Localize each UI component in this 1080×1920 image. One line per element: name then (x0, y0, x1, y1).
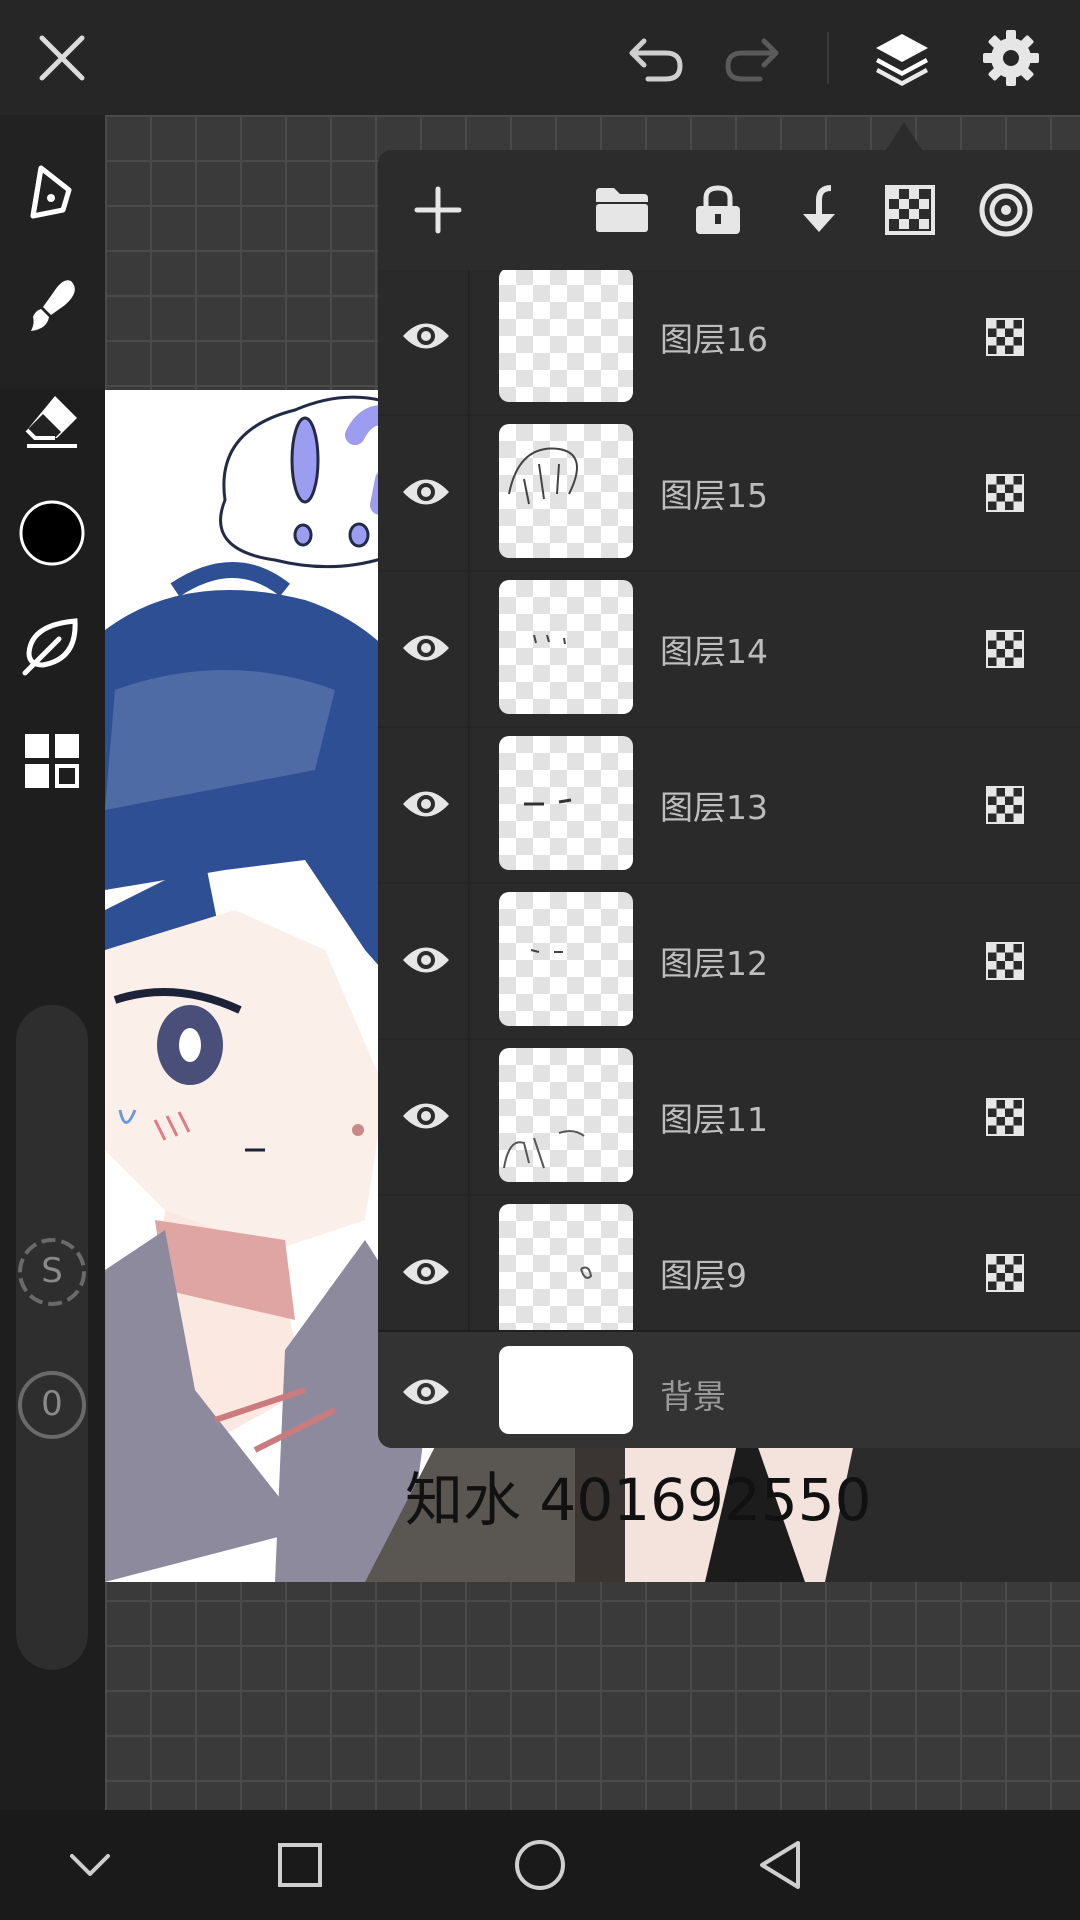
target-icon[interactable] (974, 178, 1038, 242)
recents-icon[interactable] (265, 1830, 335, 1900)
alpha-lock-icon[interactable] (986, 474, 1024, 512)
undo-icon[interactable] (620, 22, 692, 94)
eye-icon[interactable] (396, 774, 456, 834)
row-divider (468, 726, 470, 882)
merge-down-icon[interactable] (782, 178, 846, 242)
layer-name: 图层12 (660, 944, 768, 983)
layer-name: 图层9 (660, 1256, 747, 1295)
brush-slider-track[interactable] (16, 1005, 88, 1670)
layer-row[interactable]: 图层14 (378, 570, 1080, 728)
layer-row-background[interactable]: 背景 (378, 1330, 1080, 1448)
opacity-slider-handle[interactable]: 0 (17, 1370, 87, 1440)
layer-name: 图层14 (660, 632, 768, 671)
row-divider (468, 270, 470, 414)
layer-name: 图层16 (660, 320, 768, 359)
add-layer-icon[interactable] (406, 178, 470, 242)
layers-panel-toolbar (378, 150, 1080, 272)
layer-row[interactable]: 图层13 (378, 726, 1080, 884)
settings-icon[interactable] (975, 22, 1047, 94)
top-bar (0, 0, 1080, 115)
layer-name: 背景 (660, 1377, 726, 1416)
eye-icon[interactable] (396, 462, 456, 522)
toolbar-divider (827, 32, 829, 84)
row-divider (468, 1038, 470, 1194)
layer-thumbnail (499, 270, 633, 402)
eye-icon[interactable] (396, 306, 456, 366)
close-icon[interactable] (26, 22, 98, 94)
grid-icon[interactable] (16, 725, 88, 797)
home-icon[interactable] (505, 1830, 575, 1900)
layer-thumbnail (499, 1204, 633, 1330)
layer-thumbnail (499, 424, 633, 558)
transparency-icon[interactable] (878, 178, 942, 242)
lock-icon[interactable] (686, 178, 750, 242)
layer-name: 图层15 (660, 476, 768, 515)
size-slider-handle[interactable]: S (17, 1237, 87, 1307)
alpha-lock-icon[interactable] (986, 1098, 1024, 1136)
alpha-lock-icon[interactable] (986, 630, 1024, 668)
chevron-down-icon[interactable] (55, 1830, 125, 1900)
brush-icon[interactable] (16, 270, 88, 342)
row-divider (468, 882, 470, 1038)
layer-name: 图层13 (660, 788, 768, 827)
layer-row[interactable]: 图层16 (378, 270, 1080, 416)
layer-row[interactable]: 图层12 (378, 882, 1080, 1040)
layer-thumbnail (499, 736, 633, 870)
folder-icon[interactable] (590, 178, 654, 242)
layer-row[interactable]: 图层9 (378, 1194, 1080, 1330)
redo-icon[interactable] (716, 22, 788, 94)
size-label: S (41, 1251, 63, 1291)
pen-icon[interactable] (16, 155, 88, 227)
back-icon[interactable] (745, 1830, 815, 1900)
layers-icon[interactable] (866, 22, 938, 94)
leaf-icon[interactable] (16, 610, 88, 682)
eye-icon[interactable] (396, 1086, 456, 1146)
row-divider (468, 414, 470, 570)
eraser-icon[interactable] (16, 385, 88, 457)
eye-icon[interactable] (396, 930, 456, 990)
panel-pointer (886, 122, 922, 150)
layer-row[interactable]: 图层11 (378, 1038, 1080, 1196)
artist-signature: 知水 401692550 (405, 1466, 872, 1534)
layers-panel: 图层16 图层15 图层14 图层13 图层12 图层11 图层9 背景 (378, 150, 1080, 1448)
alpha-lock-icon[interactable] (986, 942, 1024, 980)
layer-thumbnail (499, 1048, 633, 1182)
layer-thumbnail (499, 1346, 633, 1434)
layer-name: 图层11 (660, 1100, 768, 1139)
system-nav-bar (0, 1810, 1080, 1920)
layer-thumbnail (499, 892, 633, 1026)
layer-list: 图层16 图层15 图层14 图层13 图层12 图层11 图层9 (378, 270, 1080, 1330)
row-divider (468, 570, 470, 726)
alpha-lock-icon[interactable] (986, 1254, 1024, 1292)
layer-row[interactable]: 图层15 (378, 414, 1080, 572)
row-divider (468, 1194, 470, 1330)
eye-icon[interactable] (396, 1362, 456, 1422)
alpha-lock-icon[interactable] (986, 786, 1024, 824)
layer-thumbnail (499, 580, 633, 714)
opacity-label: 0 (41, 1384, 63, 1424)
color-swatch[interactable] (16, 497, 88, 569)
eye-icon[interactable] (396, 1242, 456, 1302)
eye-icon[interactable] (396, 618, 456, 678)
alpha-lock-icon[interactable] (986, 318, 1024, 356)
